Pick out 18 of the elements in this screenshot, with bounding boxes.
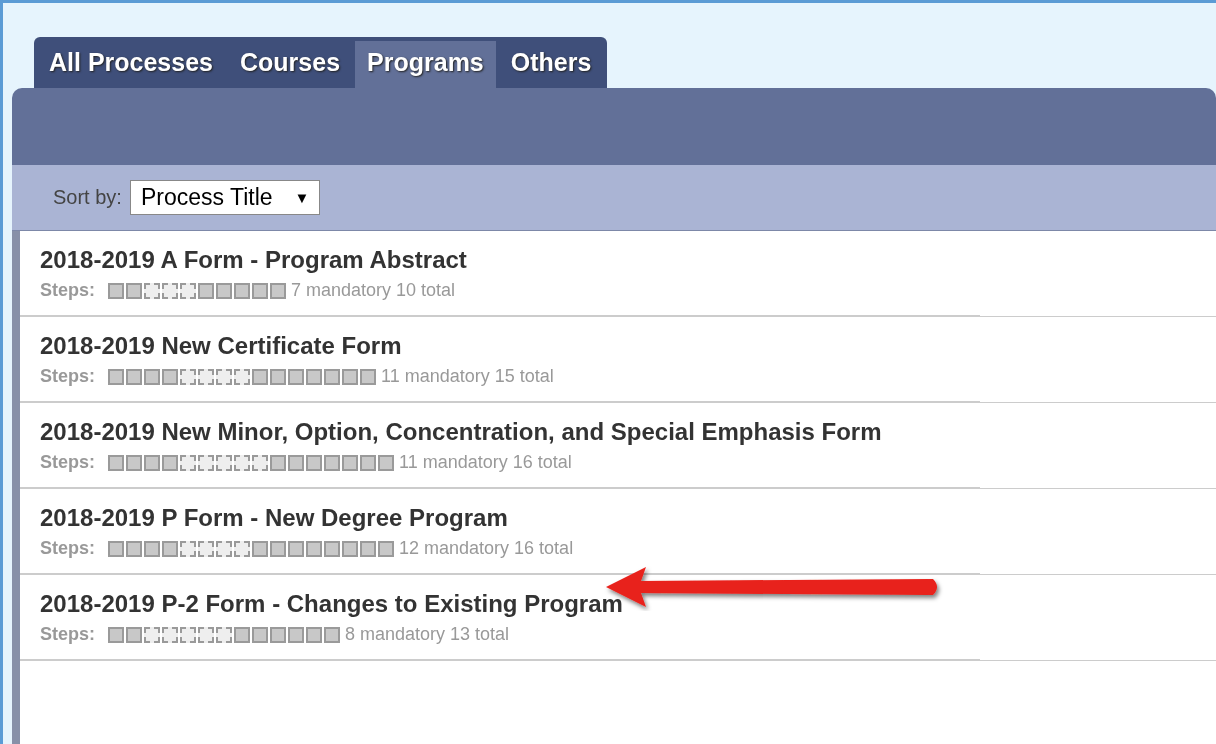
process-title[interactable]: 2018-2019 A Form - Program Abstract [40,240,900,280]
process-title[interactable]: 2018-2019 P Form - New Degree Program [40,498,900,538]
process-title[interactable]: 2018-2019 P-2 Form - Changes to Existing Program [40,584,900,624]
steps-summary: 8 mandatory 13 total [345,624,510,645]
sort-dropdown[interactable]: Process Title ▼ [129,180,321,215]
steps-summary: 12 mandatory 16 total [399,538,574,559]
steps-label: Steps: [40,280,95,301]
process-title[interactable]: 2018-2019 New Certificate Form [40,326,900,366]
process-title[interactable]: 2018-2019 New Minor, Option, Concentration, and Special Emphasis Form [40,412,900,452]
steps-summary: 11 mandatory 15 total [381,366,554,387]
steps-label: Steps: [40,452,95,473]
steps-label: Steps: [40,366,95,387]
steps-summary: 11 mandatory 16 total [399,452,572,473]
steps-label: Steps: [40,538,95,559]
tab[interactable]: Programs [355,41,496,88]
steps-summary: 7 mandatory 10 total [291,280,456,301]
sort-label: Sort by: [53,186,122,209]
steps-label: Steps: [40,624,95,645]
